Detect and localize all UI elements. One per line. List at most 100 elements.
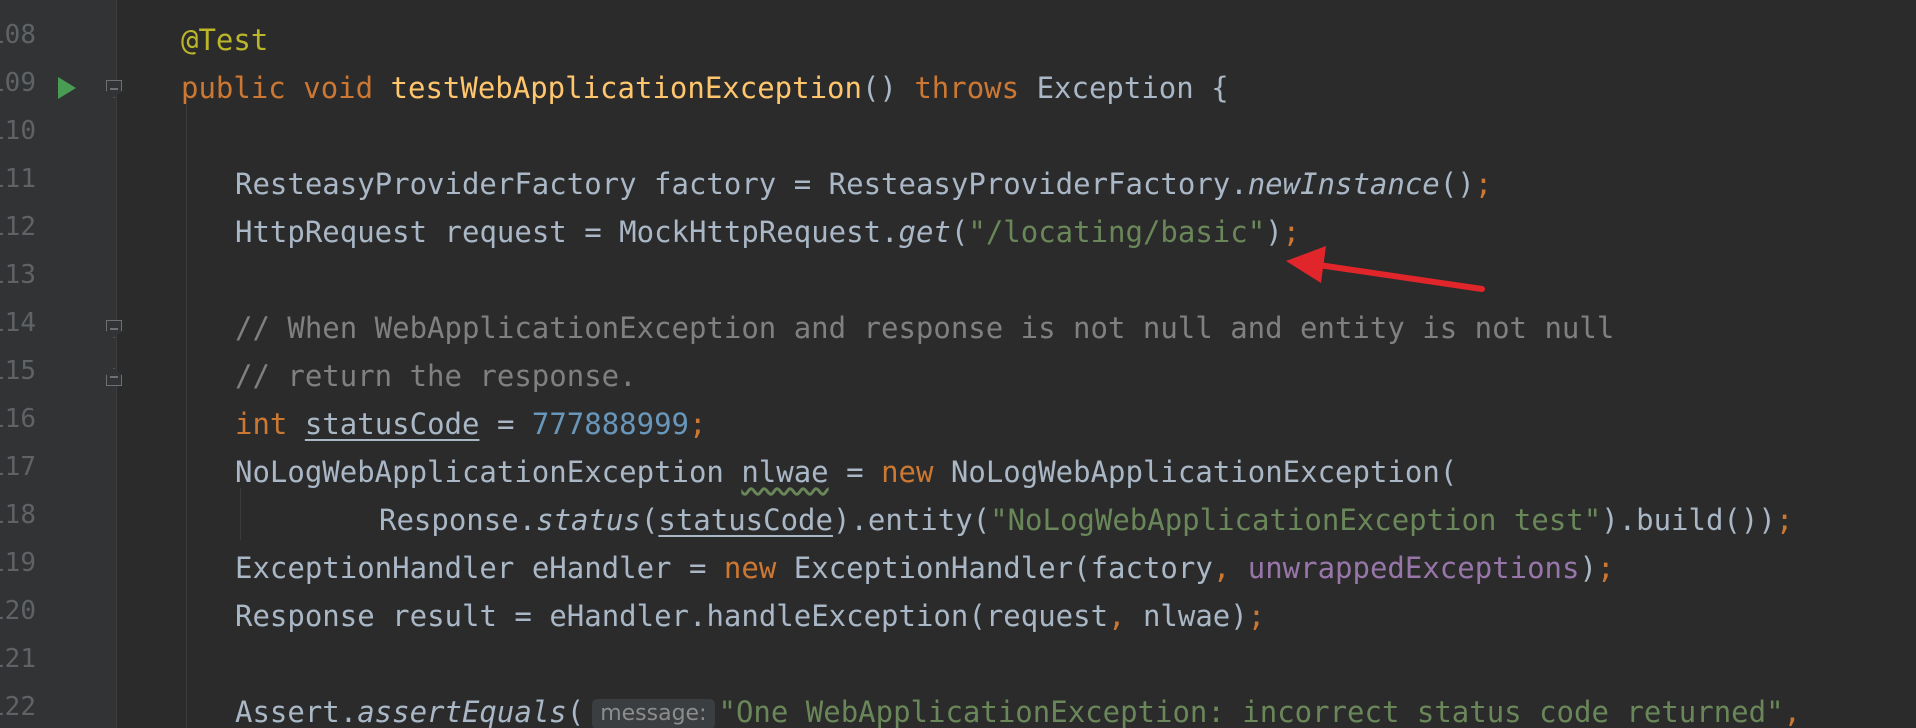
class-ref: ResteasyProviderFactory. — [828, 167, 1248, 201]
token: = — [514, 599, 532, 633]
type-name: Response — [235, 599, 375, 633]
token: Exception — [1036, 71, 1194, 105]
token: ) — [1265, 215, 1283, 249]
token: { — [1211, 71, 1229, 105]
fold-collapse-icon[interactable] — [106, 320, 122, 338]
line-number: 119 — [0, 548, 36, 578]
semicolon: ; — [1282, 215, 1301, 249]
comma: , — [1783, 695, 1801, 728]
line-number: 118 — [0, 500, 36, 530]
number-literal: 777888999 — [531, 407, 690, 441]
method-call: newInstance — [1247, 167, 1440, 201]
token: ).build()) — [1601, 503, 1776, 537]
type-name: NoLogWebApplicationException — [235, 455, 724, 489]
comment: // return the response. — [235, 359, 637, 393]
code-line[interactable]: int statusCode = 777888999; — [235, 404, 706, 444]
token: = — [496, 407, 515, 441]
code-line[interactable]: public void testWebApplicationException(… — [181, 68, 1229, 108]
variable: statusCode — [304, 407, 480, 441]
keyword: public — [181, 71, 286, 105]
code-line[interactable]: Assert.assertEquals(message: "One WebAppl… — [235, 692, 1801, 728]
type-name: ExceptionHandler — [235, 551, 515, 585]
code-line[interactable]: HttpRequest request = MockHttpRequest.ge… — [235, 212, 1300, 252]
token: ) — [1579, 551, 1597, 585]
comment: // When WebApplicationException and resp… — [235, 311, 1615, 345]
semicolon: ; — [1596, 551, 1615, 585]
variable: request — [444, 215, 567, 249]
token: = — [688, 551, 707, 585]
token: = — [846, 455, 864, 489]
semicolon: ; — [1474, 167, 1493, 201]
fold-expand-icon[interactable] — [106, 368, 122, 386]
method-call: assertEquals — [357, 695, 567, 728]
method-call: status — [536, 503, 641, 537]
field-ref: unwrappedExceptions — [1247, 551, 1580, 585]
class-ref: Assert. — [235, 695, 358, 728]
method-call: get — [898, 215, 951, 249]
type-name: HttpRequest — [235, 215, 428, 249]
token: ).entity( — [832, 503, 991, 537]
variable: result — [392, 599, 497, 633]
code-line[interactable]: Response result = eHandler.handleExcepti… — [235, 596, 1265, 636]
keyword: int — [235, 407, 288, 441]
class-ref: MockHttpRequest. — [619, 215, 899, 249]
semicolon: ; — [689, 407, 707, 441]
token: () — [861, 71, 897, 105]
constructor-call: NoLogWebApplicationException( — [950, 455, 1458, 489]
code-line[interactable]: Response.status(statusCode).entity("NoLo… — [379, 500, 1793, 540]
keyword: new — [881, 455, 934, 489]
semicolon: ; — [1775, 503, 1794, 537]
code-editor[interactable]: 108 109 110 111 112 113 114 115 116 117 … — [0, 0, 1916, 728]
line-number: 116 — [0, 404, 36, 434]
variable: eHandler — [531, 551, 672, 585]
keyword: void — [303, 71, 374, 105]
variable: nlwae — [741, 455, 829, 489]
code-line[interactable]: // return the response. — [235, 356, 637, 396]
string-literal: "NoLogWebApplicationException test" — [990, 503, 1602, 537]
method-call: eHandler.handleException(request — [549, 599, 1109, 633]
line-number: 115 — [0, 356, 36, 386]
parameter-hint: message: — [592, 699, 715, 728]
token: ( — [566, 695, 585, 728]
line-number: 122 — [0, 692, 36, 722]
line-gutter[interactable]: 108 109 110 111 112 113 114 115 116 117 … — [0, 0, 122, 728]
keyword: new — [723, 551, 777, 585]
line-number: 112 — [0, 212, 36, 242]
code-line[interactable]: ResteasyProviderFactory factory = Restea… — [235, 164, 1492, 204]
run-test-icon[interactable] — [58, 77, 76, 99]
line-number: 111 — [0, 164, 36, 194]
comma: , — [1108, 599, 1126, 633]
arrow-shaft — [1309, 261, 1485, 292]
indent-guide — [240, 488, 241, 540]
line-number: 110 — [0, 116, 36, 146]
code-line[interactable]: // When WebApplicationException and resp… — [235, 308, 1614, 348]
variable: factory — [654, 167, 777, 201]
line-number: 113 — [0, 260, 36, 290]
type-name: ResteasyProviderFactory — [235, 167, 637, 201]
semicolon: ; — [1247, 599, 1266, 633]
token: ( — [640, 503, 659, 537]
line-number: 120 — [0, 596, 36, 626]
indent-guide — [186, 104, 187, 728]
token: = — [793, 167, 812, 201]
comma: , — [1212, 551, 1231, 585]
constructor-call: ExceptionHandler(factory — [793, 551, 1213, 585]
variable: nlwae) — [1142, 599, 1248, 633]
keyword: throws — [914, 71, 1020, 105]
method-name: testWebApplicationException — [390, 71, 862, 105]
string-literal: "One WebApplicationException: incorrect … — [718, 695, 1784, 728]
token: () — [1439, 167, 1475, 201]
token: = — [584, 215, 602, 249]
line-number: 121 — [0, 644, 36, 674]
class-ref: Response. — [379, 503, 537, 537]
code-line[interactable]: ExceptionHandler eHandler = new Exceptio… — [235, 548, 1614, 588]
line-number: 109 — [0, 68, 36, 98]
line-number: 117 — [0, 452, 36, 482]
annotation: @Test — [181, 23, 269, 57]
fold-collapse-icon[interactable] — [106, 80, 122, 98]
string-literal: "/locating/basic" — [968, 215, 1266, 249]
token: ( — [950, 215, 969, 249]
code-line[interactable]: @Test — [181, 20, 268, 60]
code-line[interactable]: NoLogWebApplicationException nlwae = new… — [235, 452, 1457, 492]
variable: statusCode — [658, 503, 833, 537]
